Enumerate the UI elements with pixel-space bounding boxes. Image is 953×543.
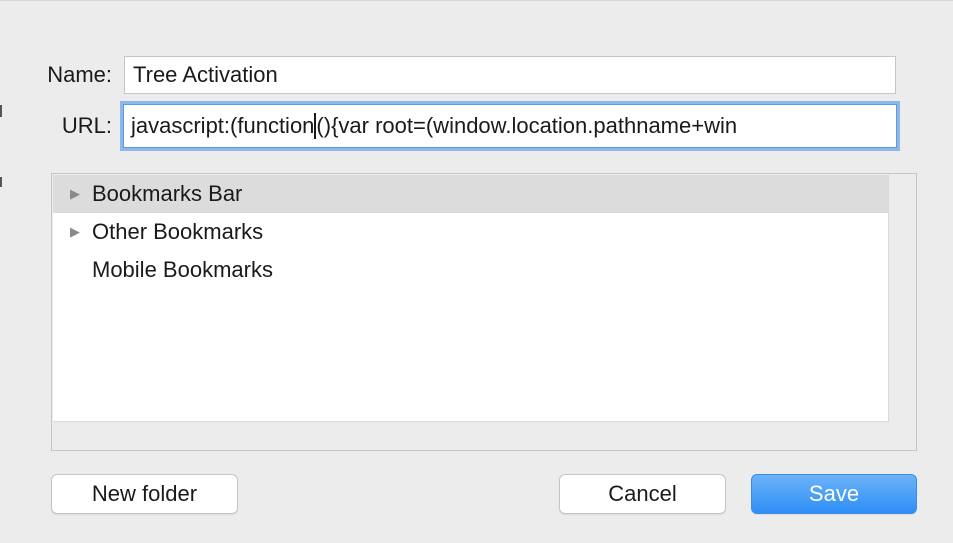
disclosure-triangle-icon[interactable]: ▶ (70, 186, 90, 202)
url-text-before-caret: javascript:(function (131, 113, 315, 138)
window-edge-mark (0, 105, 2, 117)
name-row: Name: Tree Activation (40, 56, 896, 94)
url-text-after-caret: (){var root=(window.location.pathname+wi… (316, 113, 738, 138)
folder-tree-panel: ▶Bookmarks Bar▶Other Bookmarks▶Mobile Bo… (51, 173, 917, 451)
url-label: URL: (61, 113, 112, 138)
cancel-button[interactable]: Cancel (559, 474, 726, 514)
bookmark-edit-dialog: Name: Tree Activation URL: javascript:(f… (0, 0, 953, 543)
folder-label: Bookmarks Bar (92, 181, 243, 206)
url-row: URL: javascript:(function(){var root=(wi… (40, 101, 900, 151)
folder-tree-row[interactable]: ▶Mobile Bookmarks (53, 251, 888, 289)
name-field[interactable]: Tree Activation (124, 56, 896, 94)
folder-tree[interactable]: ▶Bookmarks Bar▶Other Bookmarks▶Mobile Bo… (53, 175, 889, 422)
url-field[interactable]: javascript:(function(){var root=(window.… (120, 101, 900, 151)
new-folder-button[interactable]: New folder (51, 474, 238, 514)
folder-label: Other Bookmarks (92, 219, 264, 244)
disclosure-triangle-icon[interactable]: ▶ (70, 224, 90, 240)
save-button[interactable]: Save (751, 474, 917, 514)
window-edge-mark (0, 177, 2, 187)
folder-tree-row[interactable]: ▶ Other Bookmarks (53, 213, 888, 251)
folder-label: Mobile Bookmarks (92, 257, 273, 282)
name-label: Name: (47, 62, 112, 87)
folder-tree-row[interactable]: ▶ Bookmarks Bar (53, 175, 888, 213)
